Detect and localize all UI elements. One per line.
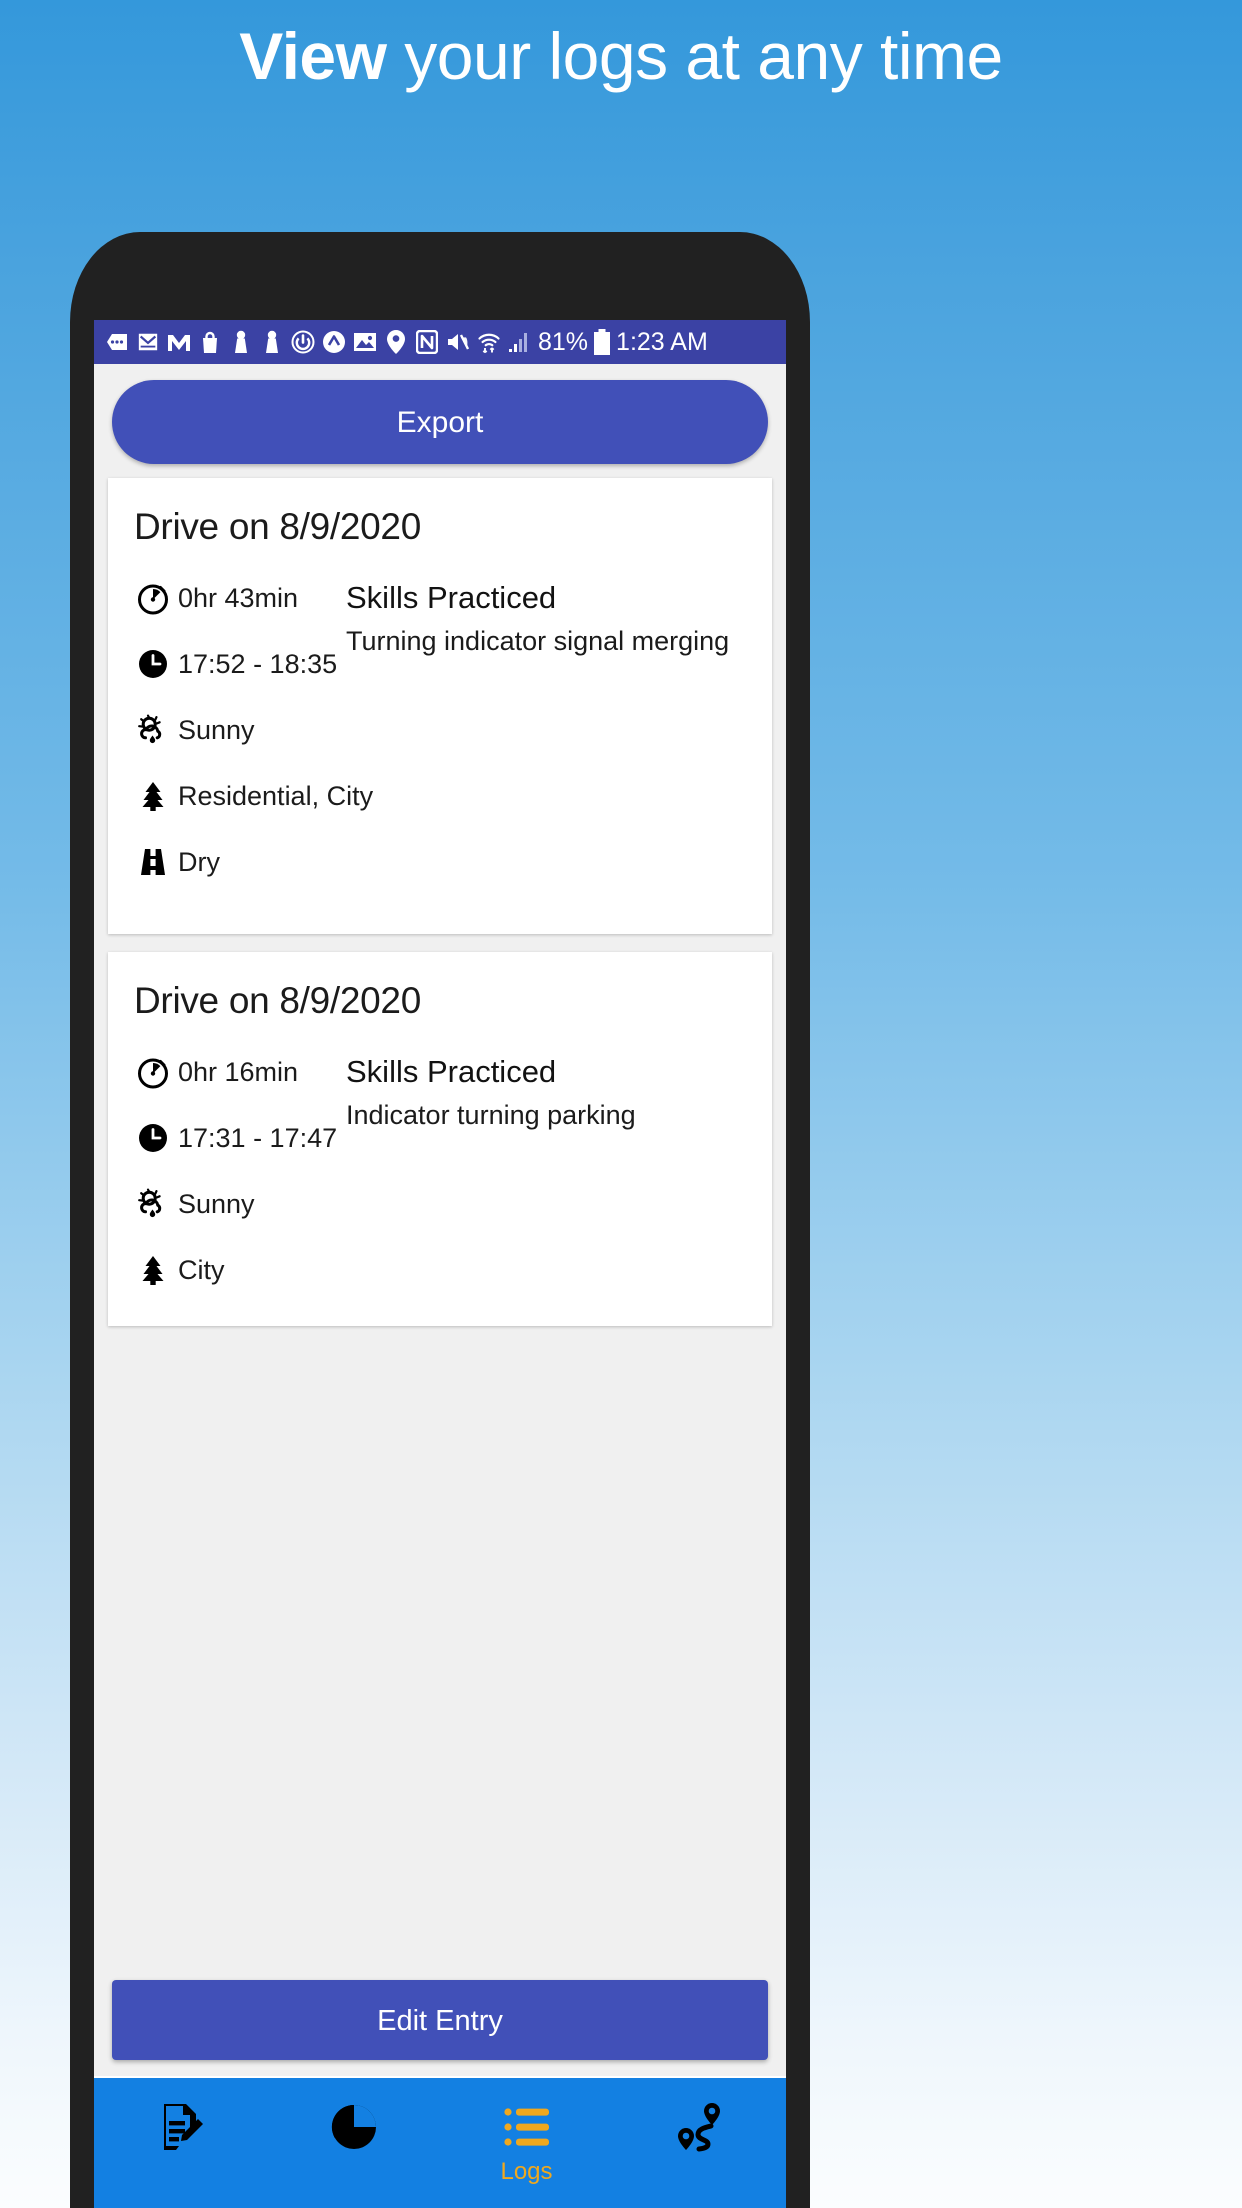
pie-chart-icon — [330, 2102, 378, 2152]
area-row: City — [134, 1250, 346, 1290]
card-skills-column: Skills Practiced Indicator turning parki… — [346, 1052, 746, 1133]
edit-entry-button[interactable]: Edit Entry — [112, 1980, 768, 2060]
headline-bold: View — [239, 19, 387, 93]
export-bar: Export — [94, 364, 786, 478]
headline-light: your logs at any time — [386, 19, 1003, 93]
logs-screen: Export Drive on 8/9/2020 0hr 43min 17:52… — [94, 364, 786, 2208]
card-skills-column: Skills Practiced Turning indicator signa… — [346, 578, 746, 659]
duration-text: 0hr 43min — [178, 582, 299, 613]
clock-icon — [134, 645, 172, 683]
signal-icon — [507, 329, 533, 355]
weather-sun-rain-icon — [134, 1185, 172, 1223]
weather-text: Sunny — [178, 1188, 255, 1219]
more-notifications-icon — [104, 329, 130, 355]
timerange-text: 17:52 - 18:35 — [178, 648, 338, 679]
stopwatch-icon — [134, 579, 172, 617]
card-title: Drive on 8/9/2020 — [134, 506, 421, 547]
nfc-icon — [414, 329, 440, 355]
duration-row: 0hr 43min — [134, 578, 346, 618]
phone-screen: 81% 1:23 AM Export Drive on 8/9/2020 0hr… — [94, 320, 786, 2208]
app-icon — [321, 329, 347, 355]
card-details-column: 0hr 16min 17:31 - 17:47 Sunny City — [134, 1052, 346, 1316]
nav-item-logs[interactable]: Logs — [440, 2078, 613, 2208]
card-title: Drive on 8/9/2020 — [134, 980, 421, 1021]
photos-icon — [352, 329, 378, 355]
timerange-text: 17:31 - 17:47 — [178, 1122, 338, 1153]
battery-icon — [593, 329, 611, 355]
list-icon — [503, 2102, 551, 2152]
card-details-column: 0hr 43min 17:52 - 18:35 Sunny Residentia… — [134, 578, 373, 908]
skills-text: Turning indicator signal merging — [346, 626, 730, 656]
area-text: City — [178, 1254, 225, 1285]
area-row: Residential, City — [134, 776, 373, 816]
tree-icon — [134, 777, 172, 815]
road-icon — [134, 843, 172, 881]
page-headline: View your logs at any time — [0, 14, 1242, 98]
status-bar: 81% 1:23 AM — [94, 320, 786, 364]
drive-log-card[interactable]: Drive on 8/9/2020 — [108, 478, 772, 934]
skills-text: Indicator turning parking — [346, 1100, 636, 1130]
clock-text: 1:23 AM — [616, 327, 708, 356]
nav-item-routes[interactable] — [613, 2078, 786, 2208]
gmail-icon — [166, 329, 192, 355]
road-row: Dry — [134, 842, 346, 882]
weather-row: Sunny — [134, 1184, 346, 1224]
phone-frame: 81% 1:23 AM Export Drive on 8/9/2020 0hr… — [70, 232, 810, 2208]
email-icon — [135, 329, 161, 355]
clock-icon — [134, 1119, 172, 1157]
contact-icon-2 — [259, 329, 285, 355]
timerange-row: 17:52 - 18:35 — [134, 644, 346, 684]
document-edit-icon — [158, 2102, 204, 2152]
edit-entry-bar: Edit Entry — [94, 1966, 786, 2076]
weather-row: Sunny — [134, 710, 346, 750]
battery-percent: 81% — [538, 327, 589, 356]
weather-text: Sunny — [178, 714, 255, 745]
nav-item-entries[interactable] — [94, 2078, 267, 2208]
duration-text: 0hr 16min — [178, 1056, 299, 1087]
nav-label-logs: Logs — [500, 2158, 553, 2185]
timerange-row: 17:31 - 17:47 — [134, 1118, 346, 1158]
power-icon — [290, 329, 316, 355]
location-icon — [383, 329, 409, 355]
contact-icon — [228, 329, 254, 355]
shopping-bag-icon — [197, 329, 223, 355]
duration-row: 0hr 16min — [134, 1052, 346, 1092]
skills-heading: Skills Practiced — [346, 580, 557, 615]
skills-heading: Skills Practiced — [346, 1054, 557, 1089]
road-text: Dry — [178, 846, 220, 877]
route-icon — [674, 2102, 726, 2152]
tree-icon — [134, 1251, 172, 1289]
drive-log-card[interactable]: Drive on 8/9/2020 — [108, 952, 772, 1326]
mute-icon — [445, 329, 471, 355]
weather-sun-rain-icon — [134, 711, 172, 749]
area-text: Residential, City — [178, 780, 374, 811]
stopwatch-icon — [134, 1053, 172, 1091]
nav-item-stats[interactable] — [267, 2078, 440, 2208]
export-button[interactable]: Export — [112, 380, 768, 464]
bottom-navigation: Logs — [94, 2076, 786, 2208]
wifi-icon — [476, 329, 502, 355]
